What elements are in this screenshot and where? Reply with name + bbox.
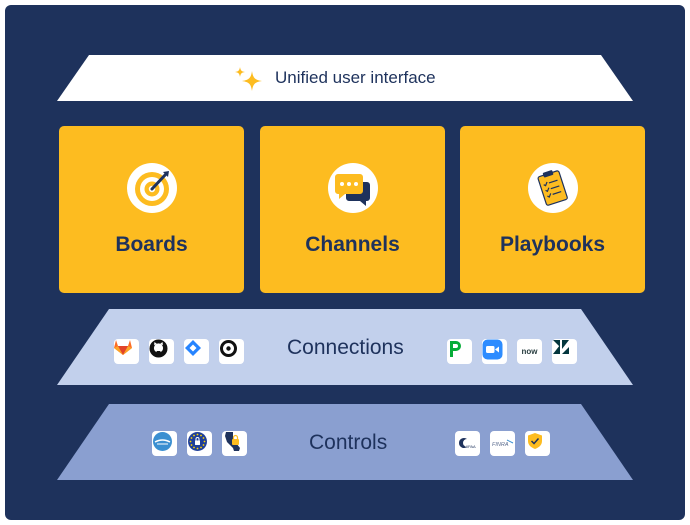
opsgenie-logo	[219, 339, 244, 364]
channels-label: Channels	[305, 233, 400, 256]
finra-text: FINRA	[492, 442, 509, 448]
finra-logo: FINRA	[490, 431, 515, 456]
diagram-panel: Unified user interface Boards Channels P…	[5, 5, 685, 520]
controls-label: Controls	[309, 431, 388, 454]
hipaa-logo: HIPAA	[455, 431, 480, 456]
gitlab-logo	[114, 339, 139, 364]
hipaa-text: HIPAA	[464, 444, 476, 449]
servicenow-logo: now	[517, 339, 542, 364]
security-shield-logo	[525, 431, 550, 456]
chat-bubbles-icon	[327, 162, 379, 214]
eu-gdpr-logo	[187, 431, 212, 456]
boards-label: Boards	[115, 233, 188, 256]
clipboard-checklist-icon	[527, 162, 579, 214]
controls-layer: Controls HIPAA FINRA	[57, 404, 633, 480]
pagerduty-logo	[447, 339, 472, 364]
fedramp-logo	[152, 431, 177, 456]
github-logo	[149, 339, 174, 364]
channels-card: Channels	[260, 126, 445, 293]
zendesk-logo	[552, 339, 577, 364]
california-privacy-logo	[222, 431, 247, 456]
unified-ui-banner: Unified user interface	[57, 55, 633, 101]
servicenow-text: now	[521, 347, 538, 356]
jira-logo	[184, 339, 209, 364]
zoom-logo	[482, 339, 507, 364]
target-icon	[126, 162, 178, 214]
connections-label: Connections	[287, 336, 404, 359]
playbooks-label: Playbooks	[499, 233, 606, 256]
playbooks-card: Playbooks	[460, 126, 645, 293]
banner-label: Unified user interface	[275, 68, 436, 87]
sparkle-icon	[232, 63, 264, 95]
boards-card: Boards	[59, 126, 244, 293]
connections-layer: Connections now	[57, 309, 633, 385]
